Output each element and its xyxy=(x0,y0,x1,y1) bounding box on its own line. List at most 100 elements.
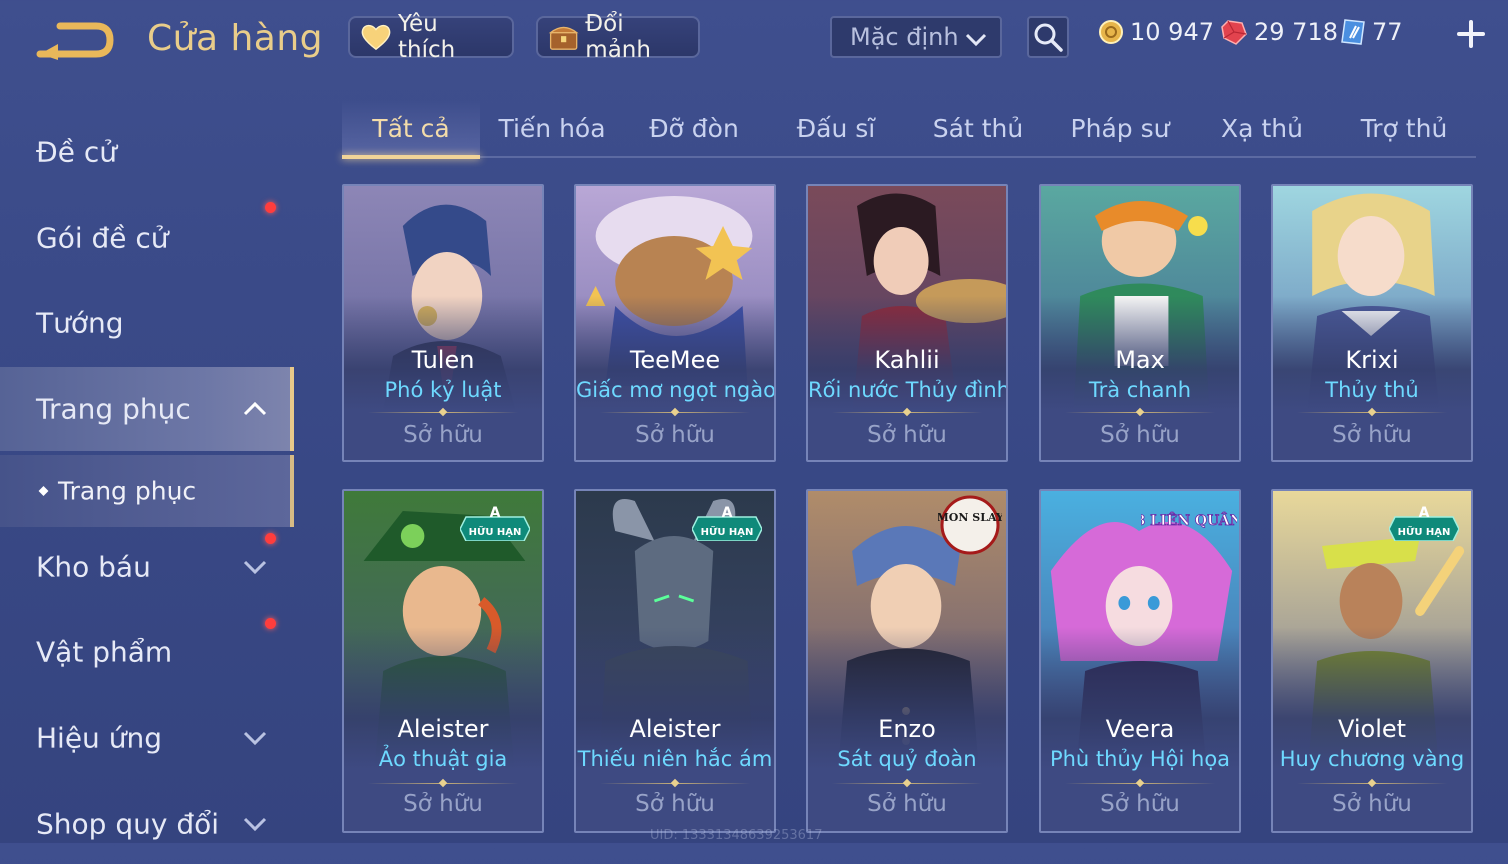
skin-name: Ảo thuật gia xyxy=(378,747,508,771)
skin-name: Thiếu niên hắc ám xyxy=(577,747,773,771)
tab-fighter[interactable]: Đấu sĩ xyxy=(766,100,906,156)
limited-badge: A HỮU HẠN xyxy=(1388,505,1460,545)
bullet-icon xyxy=(38,486,49,496)
voucher-amount: 77 xyxy=(1372,18,1403,46)
hero-name: Violet xyxy=(1337,715,1407,743)
limited-badge-text: HỮU HẠN xyxy=(469,525,522,538)
sidebar-subitem-label: Trang phục xyxy=(58,476,197,506)
owned-status: Sở hữu xyxy=(867,791,947,817)
skin-name: Phó kỷ luật xyxy=(384,378,502,402)
skin-card[interactable]: Tulen Phó kỷ luật Sở hữu xyxy=(342,184,544,462)
tab-support[interactable]: Trợ thủ xyxy=(1334,100,1474,156)
back-arrow-icon[interactable] xyxy=(34,16,118,66)
sidebar-item-label: Đề cử xyxy=(36,135,117,169)
limited-badge: A HỮU HẠN xyxy=(459,505,531,545)
skin-name: Giấc mơ ngọt ngào xyxy=(576,378,776,402)
limited-badge-text: HỮU HẠN xyxy=(1398,525,1451,538)
treasure-chest-icon xyxy=(548,26,579,50)
sidebar-item-label: Trang phục xyxy=(36,392,191,426)
owned-status: Sở hữu xyxy=(867,422,947,448)
ruby-currency: 29 718 xyxy=(1220,18,1338,46)
gold-currency: 10 947 xyxy=(1098,18,1214,46)
tab-all[interactable]: Tất cả xyxy=(342,100,480,159)
skin-card[interactable]: A HỮU HẠN Violet Huy chương vàng Sở hữu xyxy=(1271,489,1473,833)
chevron-down-icon xyxy=(243,731,267,746)
shard-exchange-label: Đổi mảnh xyxy=(585,11,651,63)
collab-logo-text: 8 LIÊN QUÂN xyxy=(1141,511,1237,529)
skin-name: Huy chương vàng xyxy=(1279,747,1465,771)
skin-name: Thủy thủ xyxy=(1325,378,1419,402)
ruby-icon xyxy=(1221,20,1247,45)
shard-exchange-button[interactable]: Đổi mảnh xyxy=(536,11,700,63)
tab-assassin[interactable]: Sát thủ xyxy=(908,100,1048,156)
collab-logo-text: DEMON SLAYER xyxy=(938,511,1002,524)
chevron-down-icon xyxy=(243,817,267,832)
sidebar-item-treasure[interactable]: Kho báu xyxy=(0,527,290,607)
tab-marksman[interactable]: Xạ thủ xyxy=(1192,100,1332,156)
hero-name: Krixi xyxy=(1345,346,1399,374)
skin-card[interactable]: DEMON SLAYER Enzo Sát quỷ đoàn Sở hữu xyxy=(806,489,1008,833)
gold-coin-icon xyxy=(1099,20,1123,44)
sidebar-item-bundles[interactable]: Gói đề cử xyxy=(0,198,290,278)
owned-status: Sở hữu xyxy=(1332,422,1412,448)
voucher-currency: 77 xyxy=(1340,18,1403,46)
skin-card[interactable]: A HỮU HẠN Aleister Ảo thuật gia Sở hữu xyxy=(342,489,544,833)
heart-icon xyxy=(361,24,391,51)
skin-name: Rối nước Thủy đình xyxy=(808,378,1008,402)
limited-badge-text: HỮU HẠN xyxy=(701,525,754,538)
demon-slayer-logo: DEMON SLAYER xyxy=(919,495,1006,559)
skin-name: Sát quỷ đoàn xyxy=(837,747,977,771)
tab-mage[interactable]: Pháp sư xyxy=(1050,100,1190,156)
limited-badge-letter: A xyxy=(490,505,501,521)
limited-badge-letter: A xyxy=(722,505,733,521)
owned-status: Sở hữu xyxy=(1100,422,1180,448)
hero-name: Aleister xyxy=(397,715,489,743)
sidebar-subitem-skins[interactable]: Trang phục xyxy=(0,455,294,527)
owned-status: Sở hữu xyxy=(1332,791,1412,817)
sidebar-item-label: Shop quy đổi xyxy=(36,807,219,841)
sidebar-item-label: Tướng xyxy=(36,306,124,340)
sidebar-item-exchange-shop[interactable]: Shop quy đổi xyxy=(0,784,290,864)
add-currency-button[interactable] xyxy=(1455,18,1487,50)
category-tabs: Tất cả Tiến hóa Đỡ đòn Đấu sĩ Sát thủ Ph… xyxy=(342,100,1476,159)
sidebar-item-heroes[interactable]: Tướng xyxy=(0,283,290,363)
skin-card[interactable]: Kahlii Rối nước Thủy đình Sở hữu xyxy=(806,184,1008,462)
sidebar-item-effects[interactable]: Hiệu ứng xyxy=(0,698,290,778)
chevron-down-icon xyxy=(965,33,987,47)
tab-evolution[interactable]: Tiến hóa xyxy=(482,100,622,156)
chevron-up-icon xyxy=(243,401,267,416)
limited-badge-letter: A xyxy=(1419,505,1430,521)
owned-status: Sở hữu xyxy=(403,422,483,448)
favorites-label: Yêu thích xyxy=(397,11,456,63)
tab-tank[interactable]: Đỡ đòn xyxy=(624,100,764,156)
sidebar-item-items[interactable]: Vật phẩm xyxy=(0,612,290,692)
gold-amount: 10 947 xyxy=(1130,18,1214,46)
hero-name: Kahlii xyxy=(874,346,940,374)
search-button[interactable] xyxy=(1027,16,1069,58)
chevron-down-icon xyxy=(243,560,267,575)
skin-card[interactable]: A HỮU HẠN Aleister Thiếu niên hắc ám Sở … xyxy=(574,489,776,833)
notification-dot xyxy=(265,618,276,629)
skin-card[interactable]: Max Trà chanh Sở hữu xyxy=(1039,184,1241,462)
sidebar-item-label: Gói đề cử xyxy=(36,221,169,255)
user-id-watermark: UID: 13331348639253617 xyxy=(650,828,823,843)
skin-card[interactable]: Krixi Thủy thủ Sở hữu xyxy=(1271,184,1473,462)
hero-name: Max xyxy=(1115,346,1165,374)
skin-name: Phù thủy Hội họa xyxy=(1049,747,1231,771)
hero-name: TeeMee xyxy=(629,346,721,374)
favorites-button[interactable]: Yêu thích xyxy=(348,11,514,63)
owned-status: Sở hữu xyxy=(1100,791,1180,817)
voucher-icon xyxy=(1341,19,1365,45)
sidebar-item-skins[interactable]: Trang phục xyxy=(0,367,294,451)
sidebar-item-recommended[interactable]: Đề cử xyxy=(0,112,290,192)
skin-card[interactable]: 8 LIÊN QUÂN Veera Phù thủy Hội họa Sở hữ… xyxy=(1039,489,1241,833)
owned-status: Sở hữu xyxy=(403,791,483,817)
notification-dot xyxy=(265,202,276,213)
sort-dropdown[interactable]: Mặc định xyxy=(830,16,1002,58)
skin-card[interactable]: TeeMee Giấc mơ ngọt ngào Sở hữu xyxy=(574,184,776,462)
owned-status: Sở hữu xyxy=(635,791,715,817)
ruby-amount: 29 718 xyxy=(1254,18,1338,46)
plus-icon xyxy=(1457,20,1485,48)
lien-quan-logo: 8 LIÊN QUÂN xyxy=(1135,497,1239,541)
sort-value: Mặc định xyxy=(850,23,959,51)
